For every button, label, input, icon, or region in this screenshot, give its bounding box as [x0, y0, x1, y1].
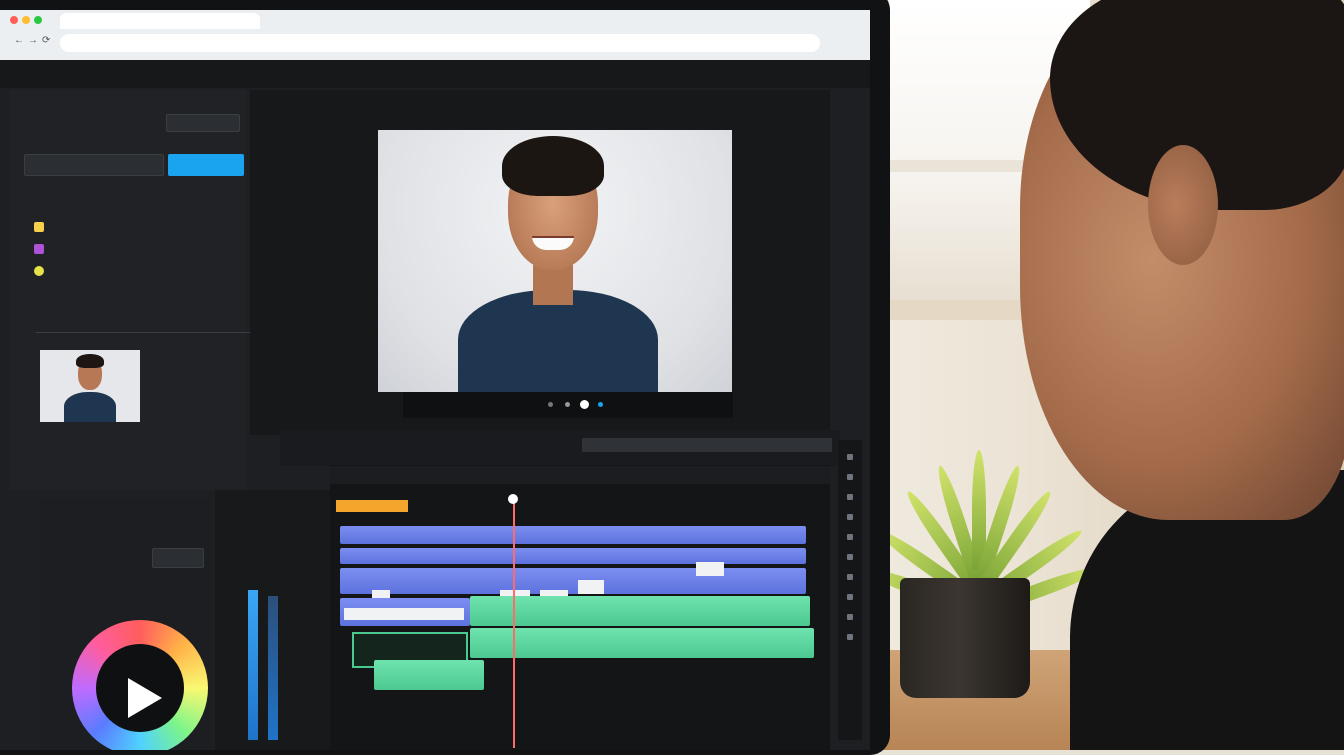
subject-neck [533, 265, 573, 305]
clip-strip[interactable] [344, 608, 464, 620]
app-menubar [0, 60, 870, 88]
layer-swatch-purple [34, 244, 44, 254]
close-window-icon[interactable] [10, 16, 18, 24]
divider [36, 332, 256, 333]
back-icon[interactable]: ← [14, 35, 24, 46]
bottom-panel-button[interactable] [152, 548, 204, 568]
track-blue-1[interactable] [340, 526, 806, 544]
timeline-scrubber[interactable] [582, 438, 832, 452]
track-blue-3[interactable] [340, 568, 806, 594]
pagination-dot[interactable] [548, 402, 553, 407]
media-thumbnail[interactable] [40, 350, 140, 422]
layer-swatch-lime [34, 266, 44, 276]
audio-meter-right [268, 596, 278, 740]
minimize-window-icon[interactable] [22, 16, 30, 24]
browser-tab[interactable] [60, 13, 260, 29]
layer-swatch-yellow [34, 222, 44, 232]
properties-panel [10, 90, 246, 490]
track-green-1[interactable] [470, 596, 810, 626]
person-ear [1148, 145, 1218, 265]
track-green-2[interactable] [470, 628, 814, 658]
pagination-dot-active[interactable] [580, 400, 589, 409]
playhead-handle[interactable] [508, 494, 518, 504]
subject-shirt [458, 290, 658, 392]
audio-meter-left [248, 590, 258, 740]
subject-hair [502, 136, 604, 196]
clip-marker[interactable] [578, 580, 604, 594]
apply-button[interactable] [168, 154, 244, 176]
pagination-dot[interactable] [598, 402, 603, 407]
pagination-dot[interactable] [565, 402, 570, 407]
clip-marker[interactable] [696, 562, 724, 576]
playhead[interactable] [513, 498, 515, 748]
playback-controls [403, 392, 733, 418]
plant-pot [900, 578, 1030, 698]
maximize-window-icon[interactable] [34, 16, 42, 24]
layer-tag [336, 500, 408, 512]
address-bar[interactable] [60, 34, 820, 52]
track-green-3[interactable] [374, 660, 484, 690]
video-preview[interactable] [378, 130, 732, 392]
field2-input[interactable] [24, 154, 164, 176]
play-icon[interactable] [128, 678, 162, 718]
timeline-ruler[interactable] [330, 466, 830, 484]
monitor-screen: ← → ⟳ [0, 10, 870, 750]
forward-icon[interactable]: → [28, 35, 38, 46]
timeline-side-tools[interactable] [838, 440, 862, 740]
field1-input[interactable] [166, 114, 240, 132]
reload-icon[interactable]: ⟳ [42, 35, 50, 46]
track-blue-2[interactable] [340, 548, 806, 564]
